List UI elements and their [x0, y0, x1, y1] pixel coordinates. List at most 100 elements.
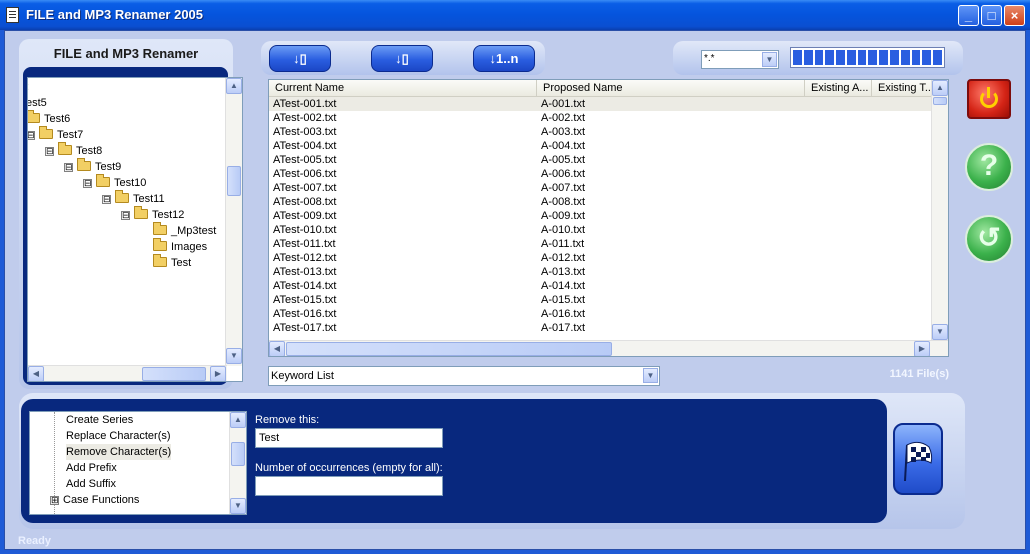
- table-row[interactable]: ATest-012.txt A-012.txt: [269, 251, 933, 265]
- filter-area: *.* ▼: [673, 41, 963, 75]
- proposed-name-cell: A-014.txt: [541, 280, 586, 292]
- current-name-cell: ATest-012.txt: [273, 252, 337, 264]
- function-list[interactable]: Create Series Replace Character(s) Remove …: [29, 411, 247, 515]
- table-row[interactable]: ATest-003.txt A-003.txt: [269, 125, 933, 139]
- function-scroll-thumb[interactable]: [231, 442, 245, 466]
- column-existing-a[interactable]: Existing A...: [805, 80, 872, 97]
- tree-node[interactable]: ⊟ Test12: [121, 206, 184, 223]
- proposed-name-cell: A-010.txt: [541, 224, 586, 236]
- scroll-left-icon[interactable]: ◀: [269, 341, 285, 356]
- table-row[interactable]: ATest-009.txt A-009.txt: [269, 209, 933, 223]
- keyword-list-dropdown[interactable]: Keyword List ▼: [268, 366, 660, 386]
- expand-plus-icon[interactable]: ⊞: [50, 496, 59, 505]
- function-item[interactable]: Replace Character(s): [66, 428, 171, 444]
- tree-node[interactable]: :: [28, 80, 29, 95]
- table-row[interactable]: ATest-011.txt A-011.txt: [269, 237, 933, 251]
- tree-node[interactable]: ⊟ Test9: [64, 158, 122, 175]
- folder-tree[interactable]: :est5Test6⊟Test7⊟Test8⊟Test9⊟Test10⊟Test…: [27, 77, 243, 382]
- occurrences-input[interactable]: [255, 476, 443, 496]
- proposed-name-cell: A-012.txt: [541, 252, 586, 264]
- remove-this-input[interactable]: Test: [255, 428, 443, 448]
- tree-expander-icon[interactable]: ⊟: [28, 131, 35, 140]
- list-horizontal-scrollbar[interactable]: ◀ ▶: [269, 340, 948, 356]
- tree-vertical-scrollbar[interactable]: ▲ ▼: [225, 78, 242, 366]
- scroll-up-icon[interactable]: ▲: [230, 412, 246, 428]
- table-row[interactable]: ATest-017.txt A-017.txt: [269, 321, 933, 335]
- file-list[interactable]: Current Name Proposed Name Existing A...…: [268, 79, 949, 357]
- function-list-scrollbar[interactable]: ▲ ▼: [229, 412, 246, 514]
- function-item[interactable]: Remove Character(s): [66, 444, 172, 460]
- tree-horizontal-scrollbar[interactable]: ◀ ▶: [28, 365, 227, 381]
- tree-node[interactable]: Test6: [28, 110, 71, 127]
- tree-node[interactable]: Test: [153, 254, 191, 271]
- scroll-right-icon[interactable]: ▶: [914, 341, 930, 356]
- tree-node[interactable]: ⊟ Test11: [102, 190, 165, 207]
- column-existing-t[interactable]: Existing T...: [872, 80, 939, 97]
- scroll-down-icon[interactable]: ▼: [230, 498, 246, 514]
- table-row[interactable]: ATest-010.txt A-010.txt: [269, 223, 933, 237]
- tree-expander-icon[interactable]: ⊟: [45, 147, 54, 156]
- scroll-up-icon[interactable]: ▲: [932, 80, 948, 96]
- number-sequence-button[interactable]: ↓1..n: [473, 45, 535, 72]
- tree-expander-icon[interactable]: ⊟: [121, 211, 130, 220]
- column-proposed-name[interactable]: Proposed Name: [537, 80, 805, 97]
- title-bar[interactable]: FILE and MP3 Renamer 2005 _ □ ×: [0, 0, 1030, 30]
- scroll-down-icon[interactable]: ▼: [226, 348, 242, 364]
- tree-node[interactable]: ⊟ Test7: [28, 126, 83, 143]
- file-list-header: Current Name Proposed Name Existing A...…: [269, 80, 939, 97]
- current-name-cell: ATest-006.txt: [273, 168, 337, 180]
- list-scroll-thumb[interactable]: [933, 97, 947, 105]
- tree-expander-icon[interactable]: ⊟: [102, 195, 111, 204]
- tree-node[interactable]: _Mp3test: [153, 222, 216, 239]
- table-row[interactable]: ATest-007.txt A-007.txt: [269, 181, 933, 195]
- list-vertical-scrollbar[interactable]: ▲ ▼: [931, 80, 948, 341]
- stop-button[interactable]: [967, 79, 1011, 119]
- rename-go-button[interactable]: [893, 423, 943, 495]
- tree-expander-icon[interactable]: ⊟: [64, 163, 73, 172]
- function-item[interactable]: ⊞ Case Functions: [50, 492, 139, 508]
- current-name-cell: ATest-010.txt: [273, 224, 337, 236]
- table-row[interactable]: ATest-004.txt A-004.txt: [269, 139, 933, 153]
- power-icon: [980, 87, 998, 108]
- tree-expander-icon[interactable]: ⊟: [83, 179, 92, 188]
- sort-down-folders-button[interactable]: ↓▯: [371, 45, 433, 72]
- table-row[interactable]: ATest-006.txt A-006.txt: [269, 167, 933, 181]
- tree-hscroll-thumb[interactable]: [142, 367, 206, 381]
- scroll-left-icon[interactable]: ◀: [28, 366, 44, 381]
- table-row[interactable]: ATest-013.txt A-013.txt: [269, 265, 933, 279]
- tree-node-label: Test6: [44, 113, 71, 125]
- toolbar: ↓▯ ↓▯ ↓1..n: [261, 41, 545, 75]
- maximize-button[interactable]: □: [981, 5, 1002, 26]
- table-row[interactable]: ATest-005.txt A-005.txt: [269, 153, 933, 167]
- tree-node[interactable]: Images: [153, 238, 207, 255]
- tree-node[interactable]: ⊟ Test10: [83, 174, 146, 191]
- close-button[interactable]: ×: [1004, 5, 1025, 26]
- table-row[interactable]: ATest-002.txt A-002.txt: [269, 111, 933, 125]
- progress-bar: [790, 47, 945, 68]
- minimize-button[interactable]: _: [958, 5, 979, 26]
- function-item[interactable]: Add Prefix: [66, 460, 117, 476]
- table-row[interactable]: ATest-008.txt A-008.txt: [269, 195, 933, 209]
- scroll-down-icon[interactable]: ▼: [932, 324, 948, 340]
- scroll-up-icon[interactable]: ▲: [226, 78, 242, 94]
- chevron-down-icon[interactable]: ▼: [643, 368, 658, 383]
- tree-node-label: Test9: [95, 161, 122, 173]
- scroll-right-icon[interactable]: ▶: [210, 366, 226, 381]
- undo-button[interactable]: ↺: [965, 215, 1013, 263]
- function-item[interactable]: Create Series: [66, 412, 133, 428]
- tree-node[interactable]: ⊟ Test8: [45, 142, 102, 159]
- chevron-down-icon[interactable]: ▼: [762, 52, 777, 67]
- help-button[interactable]: ?: [965, 143, 1013, 191]
- function-item[interactable]: Add Suffix: [66, 476, 116, 492]
- table-row[interactable]: ATest-001.txt A-001.txt: [269, 97, 933, 111]
- tree-node[interactable]: est5: [28, 96, 47, 111]
- tree-scroll-thumb[interactable]: [227, 166, 241, 196]
- column-current-name[interactable]: Current Name: [269, 80, 537, 97]
- table-row[interactable]: ATest-015.txt A-015.txt: [269, 293, 933, 307]
- table-row[interactable]: ATest-014.txt A-014.txt: [269, 279, 933, 293]
- sort-down-files-button[interactable]: ↓▯: [269, 45, 331, 72]
- table-row[interactable]: ATest-016.txt A-016.txt: [269, 307, 933, 321]
- list-hscroll-thumb[interactable]: [286, 342, 612, 356]
- folder-icon: [115, 190, 129, 203]
- file-filter-dropdown[interactable]: *.* ▼: [701, 50, 779, 69]
